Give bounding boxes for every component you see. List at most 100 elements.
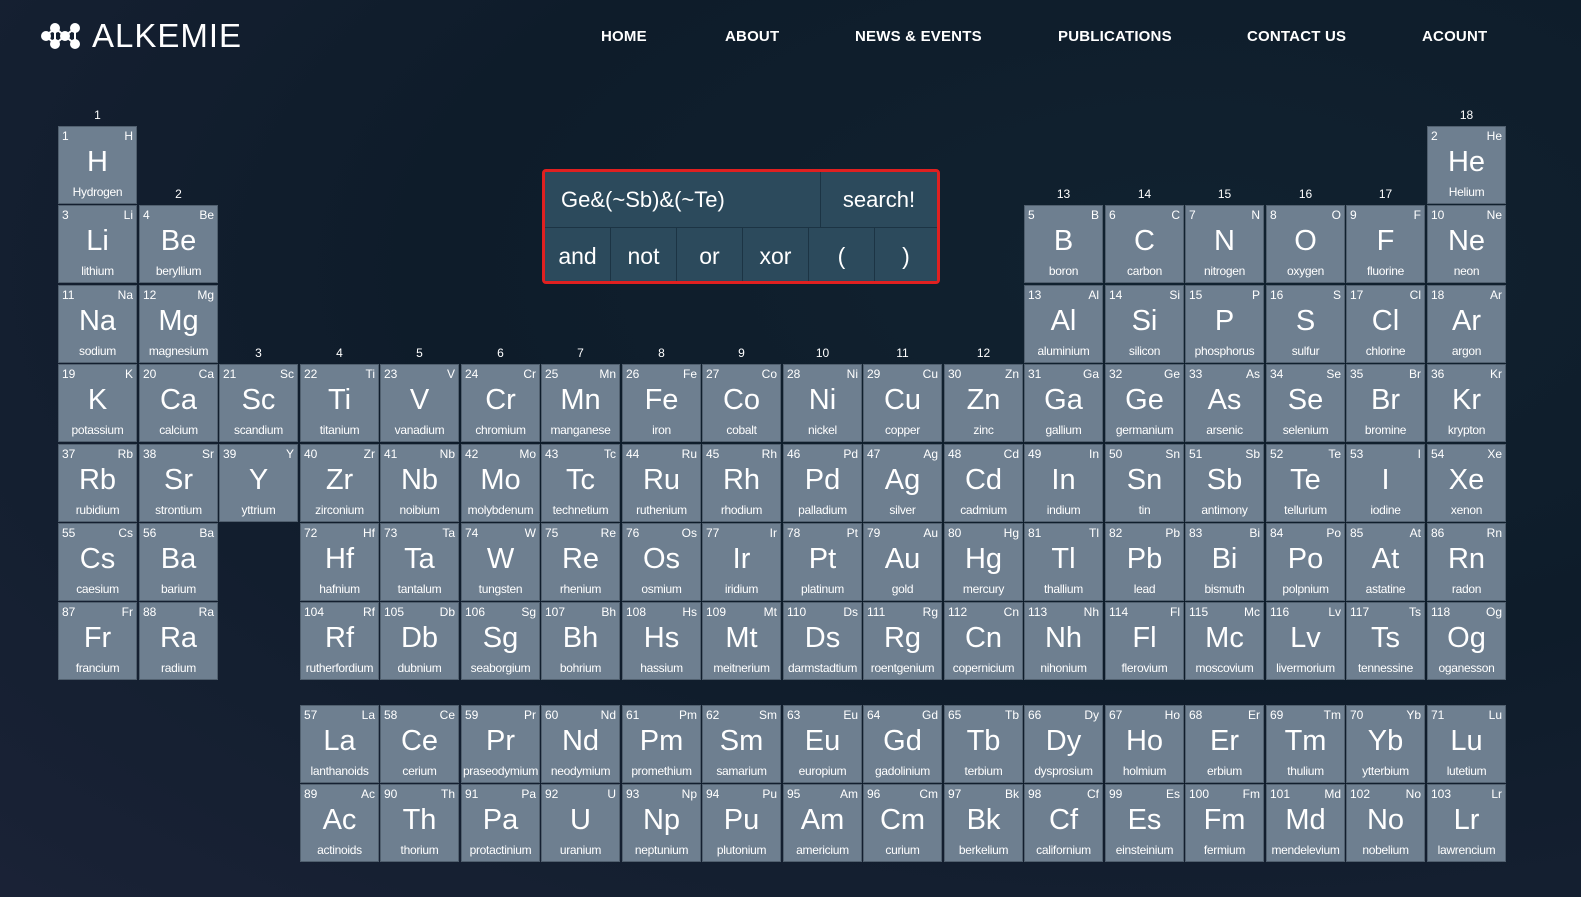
element-cell-be[interactable]: 4 Be Be beryllium (139, 205, 218, 283)
element-cell-rh[interactable]: 45 Rh Rh rhodium (702, 444, 781, 522)
element-cell-w[interactable]: 74 W Wtungsten (461, 523, 540, 601)
element-cell-in[interactable]: 49 In In indium (1024, 444, 1103, 522)
element-cell-ho[interactable]: 67 Ho Ho holmium (1105, 705, 1184, 783)
element-cell-cs[interactable]: 55 Cs Cs caesium (58, 523, 137, 601)
element-cell-tm[interactable]: 69 Tm Tm thulium (1266, 705, 1345, 783)
element-cell-bi[interactable]: 83 Bi Bi bismuth (1185, 523, 1264, 601)
element-cell-o[interactable]: 8 O Ooxygen (1266, 205, 1345, 283)
element-cell-cm[interactable]: 96 Cm Cm curium (863, 784, 942, 862)
element-cell-mn[interactable]: 25 Mn Mn manganese (541, 364, 620, 442)
element-cell-fl[interactable]: 114 Fl Fl flerovium (1105, 602, 1184, 680)
element-cell-pt[interactable]: 78 Pt Pt platinum (783, 523, 862, 601)
element-cell-eu[interactable]: 63 Eu Eu europium (783, 705, 862, 783)
element-cell-ti[interactable]: 22 Ti Ti titanium (300, 364, 379, 442)
element-cell-si[interactable]: 14 Si Si silicon (1105, 285, 1184, 363)
element-cell-tc[interactable]: 43 Tc Tc technetium (541, 444, 620, 522)
element-cell-au[interactable]: 79 Au Au gold (863, 523, 942, 601)
element-cell-er[interactable]: 68 Er Er erbium (1185, 705, 1264, 783)
element-cell-sg[interactable]: 106 Sg Sg seaborgium (461, 602, 540, 680)
element-cell-mo[interactable]: 42 Mo Mo molybdenum (461, 444, 540, 522)
element-cell-c[interactable]: 6 C Ccarbon (1105, 205, 1184, 283)
element-cell-p[interactable]: 15 P Pphosphorus (1185, 285, 1264, 363)
element-cell-rf[interactable]: 104 Rf Rf rutherfordium (300, 602, 379, 680)
search-input[interactable]: Ge&(~Sb)&(~Te) (545, 172, 821, 228)
element-cell-s[interactable]: 16 S Ssulfur (1266, 285, 1345, 363)
element-cell-os[interactable]: 76 Os Os osmium (622, 523, 701, 601)
element-cell-n[interactable]: 7 N Nnitrogen (1185, 205, 1264, 283)
element-cell-kr[interactable]: 36 Kr Kr krypton (1427, 364, 1506, 442)
element-cell-mc[interactable]: 115 Mc Mc moscovium (1185, 602, 1264, 680)
element-cell-pb[interactable]: 82 Pb Pb lead (1105, 523, 1184, 601)
not-button[interactable]: not (611, 228, 677, 281)
element-cell-ne[interactable]: 10 Ne Ne neon (1427, 205, 1506, 283)
search-button[interactable]: search! (821, 172, 937, 228)
element-cell-rn[interactable]: 86 Rn Rn radon (1427, 523, 1506, 601)
element-cell-br[interactable]: 35 Br Br bromine (1346, 364, 1425, 442)
element-cell-ru[interactable]: 44 Ru Ru ruthenium (622, 444, 701, 522)
element-cell-lr[interactable]: 103 Lr Lr lawrencium (1427, 784, 1506, 862)
element-cell-cl[interactable]: 17 Cl Cl chlorine (1346, 285, 1425, 363)
element-cell-at[interactable]: 85 At At astatine (1346, 523, 1425, 601)
element-cell-cu[interactable]: 29 Cu Cu copper (863, 364, 942, 442)
element-cell-am[interactable]: 95 Am Am americium (783, 784, 862, 862)
element-cell-nd[interactable]: 60 Nd Nd neodymium (541, 705, 620, 783)
element-cell-og[interactable]: 118 Og Og oganesson (1427, 602, 1506, 680)
element-cell-fm[interactable]: 100 Fm Fm fermium (1185, 784, 1264, 862)
element-cell-hf[interactable]: 72 Hf Hf hafnium (300, 523, 379, 601)
element-cell-db[interactable]: 105 Db Db dubnium (380, 602, 459, 680)
element-cell-re[interactable]: 75 Re Re rhenium (541, 523, 620, 601)
element-cell-te[interactable]: 52 Te Te tellurium (1266, 444, 1345, 522)
element-cell-pd[interactable]: 46 Pd Pd palladium (783, 444, 862, 522)
element-cell-b[interactable]: 5 B Bboron (1024, 205, 1103, 283)
element-cell-xe[interactable]: 54 Xe Xe xenon (1427, 444, 1506, 522)
element-cell-bh[interactable]: 107 Bh Bh bohrium (541, 602, 620, 680)
element-cell-dy[interactable]: 66 Dy Dy dysprosium (1024, 705, 1103, 783)
element-cell-mt[interactable]: 109 Mt Mt meitnerium (702, 602, 781, 680)
element-cell-se[interactable]: 34 Se Se selenium (1266, 364, 1345, 442)
element-cell-y[interactable]: 39 Y Yyttrium (219, 444, 298, 522)
element-cell-pa[interactable]: 91 Pa Pa protactinium (461, 784, 540, 862)
element-cell-ag[interactable]: 47 Ag Ag silver (863, 444, 942, 522)
element-cell-bk[interactable]: 97 Bk Bk berkelium (944, 784, 1023, 862)
element-cell-tb[interactable]: 65 Tb Tb terbium (944, 705, 1023, 783)
element-cell-gd[interactable]: 64 Gd Gd gadolinium (863, 705, 942, 783)
element-cell-zn[interactable]: 30 Zn Zn zinc (944, 364, 1023, 442)
element-cell-lv[interactable]: 116 Lv Lv livermorium (1266, 602, 1345, 680)
element-cell-ba[interactable]: 56 Ba Ba barium (139, 523, 218, 601)
element-cell-nh[interactable]: 113 Nh Nh nihonium (1024, 602, 1103, 680)
element-cell-rg[interactable]: 111 Rg Rg roentgenium (863, 602, 942, 680)
element-cell-li[interactable]: 3 Li Li lithium (58, 205, 137, 283)
element-cell-ga[interactable]: 31 Ga Ga gallium (1024, 364, 1103, 442)
element-cell-la[interactable]: 57 La La lanthanoids (300, 705, 379, 783)
element-cell-ac[interactable]: 89 Ac Ac actinoids (300, 784, 379, 862)
element-cell-tl[interactable]: 81 Tl Tl thallium (1024, 523, 1103, 601)
element-cell-ca[interactable]: 20 Ca Ca calcium (139, 364, 218, 442)
element-cell-sm[interactable]: 62 Sm Sm samarium (702, 705, 781, 783)
open-paren-button[interactable]: ( (809, 228, 875, 281)
element-cell-md[interactable]: 101 Md Md mendelevium (1266, 784, 1345, 862)
element-cell-rb[interactable]: 37 Rb Rb rubidium (58, 444, 137, 522)
element-cell-po[interactable]: 84 Po Po polpnium (1266, 523, 1345, 601)
element-cell-k[interactable]: 19 K Kpotassium (58, 364, 137, 442)
element-cell-ds[interactable]: 110 Ds Ds darmstadtium (783, 602, 862, 680)
element-cell-sr[interactable]: 38 Sr Sr strontium (139, 444, 218, 522)
and-button[interactable]: and (545, 228, 611, 281)
element-cell-sc[interactable]: 21 Sc Sc scandium (219, 364, 298, 442)
close-paren-button[interactable]: ) (875, 228, 937, 281)
element-cell-ge[interactable]: 32 Ge Ge germanium (1105, 364, 1184, 442)
element-cell-na[interactable]: 11 Na Na sodium (58, 285, 137, 363)
element-cell-th[interactable]: 90 Th Th thorium (380, 784, 459, 862)
element-cell-sb[interactable]: 51 Sb Sb antimony (1185, 444, 1264, 522)
element-cell-h[interactable]: 1 H H Hydrogen (58, 126, 137, 204)
element-cell-fr[interactable]: 87 Fr Fr francium (58, 602, 137, 680)
element-cell-sn[interactable]: 50 Sn Sn tin (1105, 444, 1184, 522)
element-cell-cd[interactable]: 48 Cd Cd cadmium (944, 444, 1023, 522)
element-cell-as[interactable]: 33 As As arsenic (1185, 364, 1264, 442)
element-cell-co[interactable]: 27 Co Co cobalt (702, 364, 781, 442)
element-cell-mg[interactable]: 12 Mg Mg magnesium (139, 285, 218, 363)
element-cell-fe[interactable]: 26 Fe Fe iron (622, 364, 701, 442)
element-cell-i[interactable]: 53 I Iiodine (1346, 444, 1425, 522)
element-cell-zr[interactable]: 40 Zr Zr zirconium (300, 444, 379, 522)
element-cell-he[interactable]: 2 He He Helium (1427, 126, 1506, 204)
element-cell-pu[interactable]: 94 Pu Pu plutonium (702, 784, 781, 862)
